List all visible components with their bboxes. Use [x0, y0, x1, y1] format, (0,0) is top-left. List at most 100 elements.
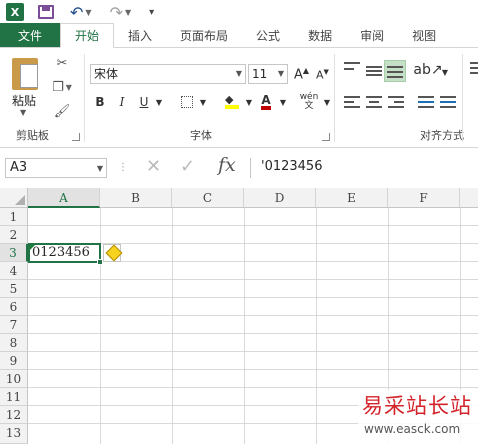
row-header-2[interactable]: 2	[0, 226, 28, 244]
paste-icon[interactable]	[12, 58, 38, 90]
bold-button[interactable]: B	[92, 92, 108, 112]
font-size-select[interactable]: 11 ▼	[248, 64, 288, 84]
tab-formulas[interactable]: 公式	[242, 23, 294, 47]
decrease-font-size-icon[interactable]: A▼	[316, 68, 329, 82]
gridline	[28, 333, 478, 334]
font-size-value: 11	[252, 67, 268, 81]
column-header-a[interactable]: A	[28, 188, 100, 208]
middle-align-icon[interactable]	[366, 66, 382, 76]
decrease-indent-icon[interactable]	[418, 96, 434, 108]
copy-icon[interactable]: ❐ ▼	[50, 78, 74, 96]
orientation-icon[interactable]: ab↗	[413, 60, 442, 80]
cell-a3[interactable]: 0123456	[28, 243, 101, 263]
watermark-main-text: 易采站长站	[362, 394, 472, 418]
row-header-9[interactable]: 9	[0, 352, 28, 370]
group-divider	[334, 54, 335, 142]
italic-button[interactable]: I	[114, 92, 130, 112]
row-header-10[interactable]: 10	[0, 370, 28, 388]
insert-function-button[interactable]: fx	[218, 154, 236, 176]
chevron-down-icon[interactable]: ▼	[97, 160, 103, 178]
align-center-icon[interactable]	[366, 96, 382, 108]
tab-home[interactable]: 开始	[60, 23, 115, 48]
gridline	[28, 369, 478, 370]
row-header-5[interactable]: 5	[0, 280, 28, 298]
row-header-8[interactable]: 8	[0, 334, 28, 352]
enter-icon[interactable]: ✓	[180, 156, 195, 177]
row-header-4[interactable]: 4	[0, 262, 28, 280]
column-header-f[interactable]: F	[388, 188, 460, 208]
select-all-button[interactable]	[0, 188, 28, 208]
redo-icon[interactable]: ↷ ▼	[110, 3, 132, 22]
underline-button[interactable]: U	[136, 92, 152, 112]
name-box-value: A3	[10, 160, 28, 175]
fill-color-dropdown-icon[interactable]: ▼	[244, 92, 254, 112]
bottom-align-icon[interactable]	[387, 66, 403, 78]
row-header-6[interactable]: 6	[0, 298, 28, 316]
undo-dropdown-icon[interactable]: ▼	[85, 8, 91, 17]
increase-indent-icon[interactable]	[440, 96, 456, 108]
tab-data[interactable]: 数据	[294, 23, 346, 47]
column-header-c[interactable]: C	[172, 188, 244, 208]
customize-icon[interactable]: ▾	[149, 3, 154, 21]
tab-file[interactable]: 文件	[0, 23, 60, 47]
column-header-b[interactable]: B	[100, 188, 172, 208]
row-header-11[interactable]: 11	[0, 388, 28, 406]
group-divider	[84, 54, 85, 142]
font-group-label: 字体	[190, 129, 212, 142]
save-icon[interactable]	[38, 5, 54, 19]
undo-icon[interactable]: ↶ ▼	[70, 3, 92, 22]
phonetic-guide-icon[interactable]: wén 文	[298, 92, 320, 112]
column-header-d[interactable]: D	[244, 188, 316, 208]
font-name-value: 宋体	[94, 67, 119, 81]
error-warning-icon[interactable]	[103, 244, 121, 262]
underline-dropdown-icon[interactable]: ▼	[154, 92, 164, 112]
fill-color-icon[interactable]: ◆	[222, 92, 242, 112]
redo-dropdown-icon[interactable]: ▼	[125, 8, 131, 17]
column-header-g[interactable]	[460, 188, 478, 208]
gridline	[28, 225, 478, 226]
top-align-icon[interactable]	[344, 62, 360, 76]
font-launcher-icon[interactable]	[322, 133, 330, 141]
group-divider	[462, 54, 463, 142]
font-color-dropdown-icon[interactable]: ▼	[278, 92, 288, 112]
tab-page-layout[interactable]: 页面布局	[166, 23, 242, 47]
watermark-url: www.easck.com	[364, 422, 461, 436]
row-header-3[interactable]: 3	[0, 244, 28, 262]
font-name-select[interactable]: 宋体 ▼	[90, 64, 246, 84]
row-header-12[interactable]: 12	[0, 406, 28, 424]
format-painter-icon[interactable]: 🖌	[50, 102, 74, 120]
gridline	[28, 279, 478, 280]
wrap-text-icon[interactable]	[470, 62, 478, 74]
align-right-icon[interactable]	[388, 96, 404, 108]
excel-logo-icon: X	[6, 3, 24, 21]
align-left-icon[interactable]	[344, 96, 360, 108]
tab-insert[interactable]: 插入	[114, 23, 166, 47]
tab-view[interactable]: 视图	[398, 23, 450, 47]
chevron-down-icon[interactable]: ▼	[278, 65, 284, 83]
borders-icon[interactable]	[178, 92, 196, 112]
cut-icon[interactable]: ✂	[50, 54, 74, 72]
formula-bar-grip-icon[interactable]: ⋮	[118, 162, 128, 173]
paste-dropdown-icon[interactable]: ▼	[20, 108, 26, 117]
title-bar: X ↶ ▼ ↷ ▼ ▾	[0, 0, 478, 24]
cancel-icon[interactable]: ✕	[146, 156, 161, 177]
clipboard-launcher-icon[interactable]	[72, 133, 80, 141]
increase-font-size-icon[interactable]: A▲	[294, 66, 309, 82]
phonetic-dropdown-icon[interactable]: ▼	[322, 92, 332, 112]
chevron-down-icon[interactable]: ▼	[236, 65, 242, 83]
formula-bar: A3 ▼ ⋮ ✕ ✓ fx '0123456	[0, 148, 478, 186]
row-header-7[interactable]: 7	[0, 316, 28, 334]
row-header-13[interactable]: 13	[0, 424, 28, 444]
font-color-icon[interactable]: A	[256, 92, 276, 112]
formula-input[interactable]: '0123456	[250, 158, 478, 178]
clipboard-group-label: 剪贴板	[16, 129, 49, 142]
orientation-dropdown-icon[interactable]: ▼	[440, 62, 450, 82]
tab-review[interactable]: 审阅	[346, 23, 398, 47]
paste-button[interactable]: 粘贴	[12, 92, 36, 109]
ribbon: 粘贴 ▼ ✂ ❐ ▼ 🖌 剪贴板 宋体 ▼ 11 ▼ A▲ A▼ B I U ▼ ▼ …	[0, 48, 478, 148]
gridline	[28, 387, 478, 388]
borders-dropdown-icon[interactable]: ▼	[198, 92, 208, 112]
name-box[interactable]: A3 ▼	[5, 158, 107, 178]
row-header-1[interactable]: 1	[0, 208, 28, 226]
column-header-e[interactable]: E	[316, 188, 388, 208]
